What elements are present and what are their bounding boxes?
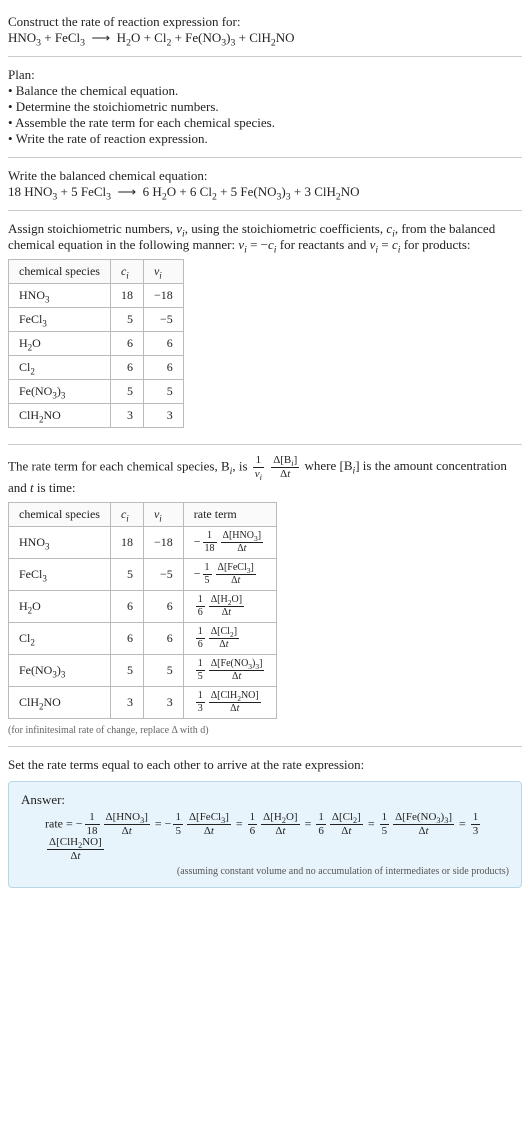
table-row: HNO318−18 [9, 284, 184, 308]
cell-ci: 5 [110, 308, 143, 332]
cell-species: H2O [9, 332, 111, 356]
cell-species: Fe(NO3)3 [9, 380, 111, 404]
balanced-title: Write the balanced chemical equation: [8, 168, 522, 184]
divider [8, 444, 522, 445]
cell-species: Fe(NO3)3 [9, 655, 111, 687]
cell-species: FeCl3 [9, 559, 111, 591]
table-header-row: chemical species ci νi rate term [9, 503, 277, 527]
table-row: ClH2NO33 [9, 404, 184, 428]
cell-ci: 3 [110, 404, 143, 428]
table-row: FeCl35−5 [9, 308, 184, 332]
cell-rate-term: −15Δ[FeCl3]Δt [183, 559, 277, 591]
rateterm-intro: The rate term for each chemical species,… [8, 455, 522, 496]
cell-species: H2O [9, 591, 111, 623]
cell-vi: 3 [143, 404, 183, 428]
col-species: chemical species [9, 503, 111, 527]
assumption-note: (assuming constant volume and no accumul… [21, 866, 509, 877]
cell-vi: 6 [143, 356, 183, 380]
divider [8, 157, 522, 158]
table-row: HNO318−18−118Δ[HNO3]Δt [9, 527, 277, 559]
answer-box: Answer: rate = −118Δ[HNO3]Δt = −15Δ[FeCl… [8, 781, 522, 888]
table-row: FeCl35−5−15Δ[FeCl3]Δt [9, 559, 277, 591]
cell-ci: 3 [110, 687, 143, 719]
stoich-intro: Assign stoichiometric numbers, νi, using… [8, 221, 522, 253]
plan-list: • Balance the chemical equation.• Determ… [8, 83, 522, 147]
rateterm-table: chemical species ci νi rate term HNO318−… [8, 502, 277, 719]
cell-rate-term: 13Δ[ClH2NO]Δt [183, 687, 277, 719]
cell-ci: 6 [110, 623, 143, 655]
plan-title: Plan: [8, 67, 522, 83]
col-rate: rate term [183, 503, 277, 527]
balanced-section: Write the balanced chemical equation: 18… [8, 162, 522, 206]
cell-vi: −5 [143, 559, 183, 591]
cell-species: Cl2 [9, 356, 111, 380]
final-title: Set the rate terms equal to each other t… [8, 757, 522, 773]
plan-item: • Write the rate of reaction expression. [8, 131, 522, 147]
problem-header: Construct the rate of reaction expressio… [8, 8, 522, 52]
frac-1-over-vi: 1νi [253, 455, 264, 480]
cell-vi: 5 [143, 655, 183, 687]
cell-vi: −5 [143, 308, 183, 332]
cell-ci: 5 [110, 655, 143, 687]
table-row: Fe(NO3)35515Δ[Fe(NO3)3]Δt [9, 655, 277, 687]
cell-rate-term: 16Δ[H2O]Δt [183, 591, 277, 623]
col-vi: νi [143, 503, 183, 527]
rateterm-note: (for infinitesimal rate of change, repla… [8, 725, 522, 736]
table-row: Cl266 [9, 356, 184, 380]
stoich-table: chemical species ci νi HNO318−18FeCl35−5… [8, 259, 184, 428]
cell-species: ClH2NO [9, 404, 111, 428]
cell-ci: 18 [110, 527, 143, 559]
cell-species: HNO3 [9, 527, 111, 559]
stoich-section: Assign stoichiometric numbers, νi, using… [8, 215, 522, 440]
cell-rate-term: 16Δ[Cl2]Δt [183, 623, 277, 655]
cell-vi: −18 [143, 284, 183, 308]
cell-vi: −18 [143, 527, 183, 559]
divider [8, 56, 522, 57]
table-row: Fe(NO3)355 [9, 380, 184, 404]
final-section: Set the rate terms equal to each other t… [8, 751, 522, 894]
divider [8, 210, 522, 211]
table-row: H2O66 [9, 332, 184, 356]
plan-item: • Determine the stoichiometric numbers. [8, 99, 522, 115]
cell-species: FeCl3 [9, 308, 111, 332]
col-ci: ci [110, 503, 143, 527]
cell-vi: 6 [143, 591, 183, 623]
plan-item: • Assemble the rate term for each chemic… [8, 115, 522, 131]
cell-rate-term: −118Δ[HNO3]Δt [183, 527, 277, 559]
cell-ci: 5 [110, 380, 143, 404]
col-vi: νi [143, 260, 183, 284]
cell-ci: 6 [110, 356, 143, 380]
table-row: Cl26616Δ[Cl2]Δt [9, 623, 277, 655]
problem-title: Construct the rate of reaction expressio… [8, 14, 522, 30]
rate-expression: rate = −118Δ[HNO3]Δt = −15Δ[FeCl3]Δt = 1… [45, 812, 509, 862]
frac-dBi-dt: Δ[Bi]Δt [271, 455, 299, 480]
plan-section: Plan: • Balance the chemical equation.• … [8, 61, 522, 153]
unbalanced-equation: HNO3 + FeCl3 ⟶ H2O + Cl2 + Fe(NO3)3 + Cl… [8, 30, 522, 46]
balanced-equation: 18 HNO3 + 5 FeCl3 ⟶ 6 H2O + 6 Cl2 + 5 Fe… [8, 184, 522, 200]
cell-ci: 18 [110, 284, 143, 308]
cell-species: HNO3 [9, 284, 111, 308]
table-row: H2O6616Δ[H2O]Δt [9, 591, 277, 623]
cell-ci: 6 [110, 332, 143, 356]
cell-species: Cl2 [9, 623, 111, 655]
answer-label: Answer: [21, 792, 509, 808]
plan-item: • Balance the chemical equation. [8, 83, 522, 99]
rateterm-section: The rate term for each chemical species,… [8, 449, 522, 742]
cell-vi: 3 [143, 687, 183, 719]
table-header-row: chemical species ci νi [9, 260, 184, 284]
divider [8, 746, 522, 747]
cell-rate-term: 15Δ[Fe(NO3)3]Δt [183, 655, 277, 687]
cell-vi: 6 [143, 332, 183, 356]
col-ci: ci [110, 260, 143, 284]
cell-vi: 6 [143, 623, 183, 655]
cell-ci: 5 [110, 559, 143, 591]
cell-ci: 6 [110, 591, 143, 623]
cell-vi: 5 [143, 380, 183, 404]
col-species: chemical species [9, 260, 111, 284]
cell-species: ClH2NO [9, 687, 111, 719]
table-row: ClH2NO3313Δ[ClH2NO]Δt [9, 687, 277, 719]
